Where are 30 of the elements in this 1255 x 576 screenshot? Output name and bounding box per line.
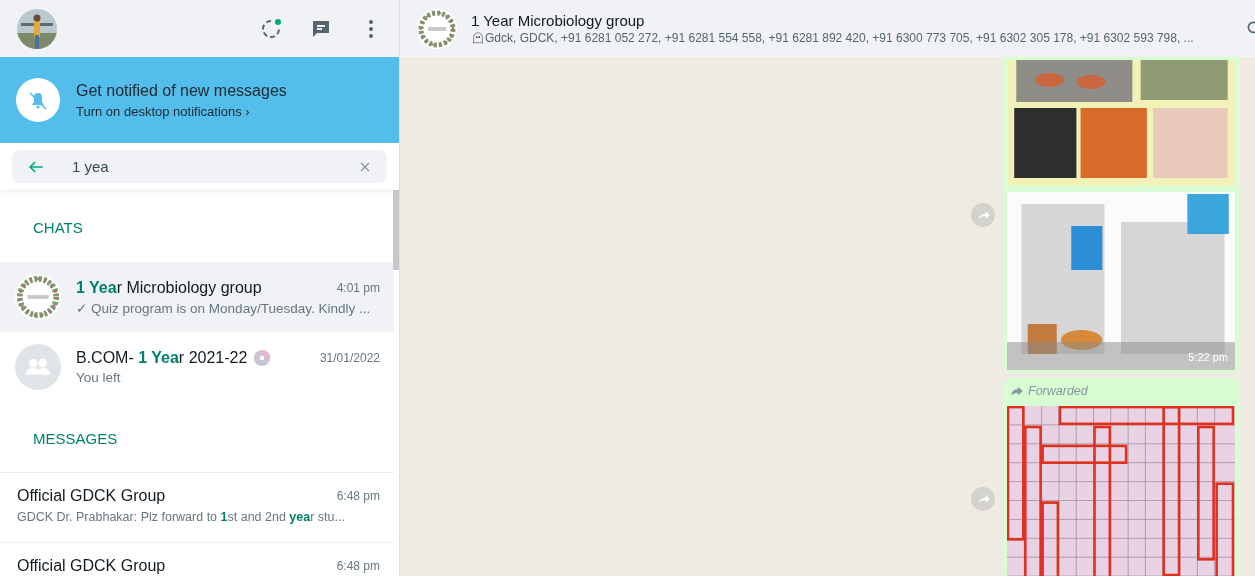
search-field[interactable]: 1 yea <box>12 150 387 183</box>
chat-time: 4:01 pm <box>336 280 380 295</box>
status-icon[interactable] <box>259 16 283 41</box>
forwarded-label: Forwarded <box>1028 384 1088 398</box>
notifications-link[interactable]: Turn on desktop notifications › <box>76 103 287 119</box>
message-preview: GDCK Dr. Prabhakar: Plz forward to 1st and 2nd year stu... <box>17 510 346 524</box>
chat-time: 6:48 pm <box>336 489 380 503</box>
message-preview: You left <box>76 370 122 385</box>
message-preview: ✓ Quiz program is on Monday/Tuesday. Kindly ... <box>76 299 372 316</box>
group-members: Gdck, GDCK, +91 6281 052 272, +91 6281 554 558, +91 6281 892 420, +91 6300 773 705, +91 6302 305 178, +91 6302 593 798, ... <box>485 31 1194 45</box>
section-heading: MESSAGES <box>33 429 118 447</box>
chat-list-item[interactable]: Official GDCK Group 6:48 pm <box>0 542 394 576</box>
forwarded-arrow-icon <box>1011 386 1023 396</box>
chat-name: 1 Year Microbiology group <box>76 278 262 297</box>
muted-bell-icon <box>16 78 60 122</box>
chat-time: 6:48 pm <box>336 559 380 573</box>
group-avatar-icon <box>15 344 61 390</box>
chat-list-item[interactable]: B.COM- 1 Year 2021-22 31/01/2022 You left <box>0 332 394 402</box>
chat-name: B.COM- 1 Year 2021-22 <box>76 349 248 367</box>
chat-name: Official GDCK Group <box>17 557 166 575</box>
scrollbar-thumb[interactable] <box>393 190 399 270</box>
notification-title: Get notified of new messages <box>76 81 287 100</box>
message-time: 5:22 pm <box>1188 351 1228 363</box>
chat-list-item[interactable]: 1 Year Microbiology group 4:01 pm ✓ Quiz program is on Monday/Tuesday. Kindly ... <box>0 262 394 332</box>
chat-title: 1 Year Microbiology group <box>471 12 646 29</box>
section-heading: CHATS <box>33 218 83 236</box>
ghost-icon <box>471 31 485 45</box>
chat-name: Official GDCK Group <box>17 487 166 505</box>
chat-list-item[interactable]: Official GDCK Group 6:48 pm GDCK Dr. Prabhakar: Plz forward to 1st and 2nd year stu... <box>0 472 394 542</box>
chat-time: 31/01/2022 <box>319 351 380 365</box>
